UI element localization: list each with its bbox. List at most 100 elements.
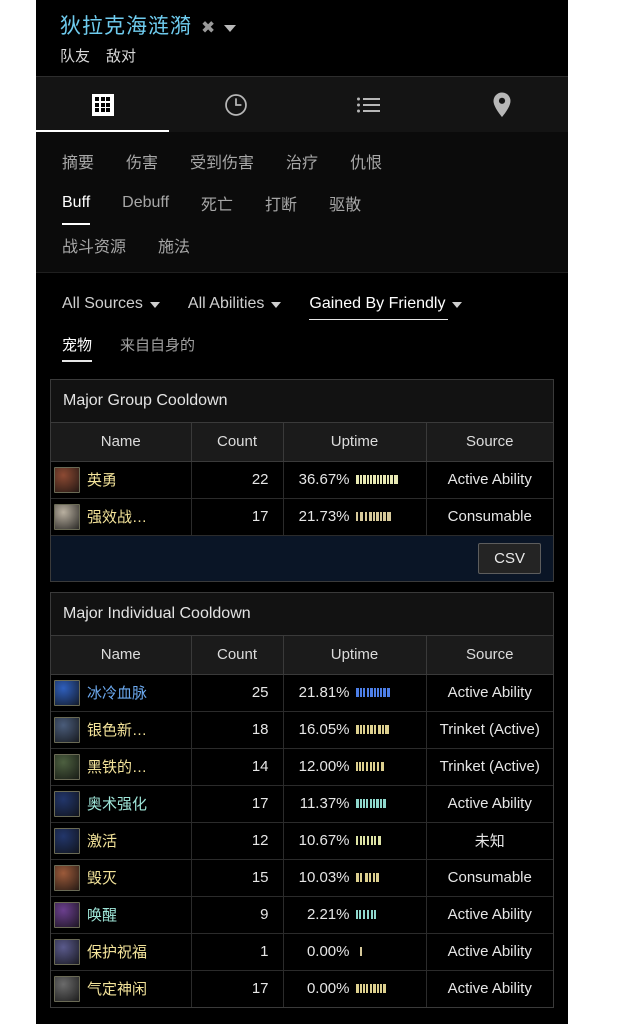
- ability-icon: [54, 753, 80, 780]
- table-footer: CSV: [51, 535, 553, 581]
- filter-all-abilities[interactable]: All Abilities: [187, 295, 282, 313]
- tab-grid[interactable]: [36, 77, 169, 132]
- cell-name: 奥术强化: [51, 785, 192, 823]
- subnav-item-buff[interactable]: Buff: [62, 194, 91, 225]
- column-header-count[interactable]: Count: [191, 423, 284, 462]
- ability-icon: [54, 827, 80, 854]
- tab-timeline[interactable]: [169, 77, 302, 132]
- uptime-bar: [355, 910, 420, 919]
- table-row[interactable]: 气定神闲 17 0.00% Active Ability: [51, 970, 553, 1007]
- table-row[interactable]: 毁灭 15 10.03% Consumable: [51, 859, 553, 897]
- tab-map[interactable]: [435, 77, 568, 132]
- analysis-subnav: 摘要 伤害 受到伤害 治疗 仇恨 Buff Debuff 死亡 打断 驱散 战斗…: [36, 132, 568, 272]
- filter-tag-row: 宠物 来自自身的: [36, 321, 568, 362]
- column-header-name[interactable]: Name: [51, 636, 192, 675]
- grid-icon: [91, 93, 114, 116]
- uptime-bar: [355, 688, 420, 697]
- cell-uptime: 10.03%: [283, 859, 427, 897]
- uptime-percent: 10.03%: [298, 869, 350, 886]
- uptime-percent: 0.00%: [306, 980, 350, 998]
- tab-friendly[interactable]: 队友: [60, 45, 90, 66]
- chevron-down-icon[interactable]: [224, 25, 237, 32]
- ability-icon: [54, 503, 80, 530]
- subnav-row-1: 摘要 伤害 受到伤害 治疗 仇恨: [36, 140, 568, 182]
- panel-header: 狄拉克海涟漪 ✖ 队友 敌对: [36, 0, 568, 76]
- column-header-uptime[interactable]: Uptime: [283, 423, 427, 462]
- ability-name: 冰冷血脉: [87, 685, 148, 702]
- table-row[interactable]: 冰冷血脉 25 21.81% Active Ability: [51, 674, 553, 712]
- title-row: 狄拉克海涟漪 ✖: [60, 14, 568, 40]
- subnav-item-summary[interactable]: 摘要: [62, 149, 94, 173]
- clock-icon: [224, 93, 247, 116]
- table-body: 英勇 22 36.67% Active Ability 强效战… 17 21.73% Cons…: [51, 461, 553, 535]
- table-title: Major Individual Cooldown: [51, 593, 553, 636]
- close-icon[interactable]: ✖: [201, 19, 215, 36]
- filter-bar: All Sources All Abilities Gained By Frie…: [36, 272, 568, 369]
- cell-name: 英勇: [51, 461, 192, 499]
- ability-name: 毁灭: [87, 870, 118, 887]
- ability-icon: [54, 716, 80, 743]
- column-header-uptime[interactable]: Uptime: [283, 636, 427, 675]
- subnav-item-deaths[interactable]: 死亡: [201, 191, 233, 215]
- filter-gained-by-friendly[interactable]: Gained By Friendly: [309, 295, 463, 320]
- ability-name: 强效战…: [87, 509, 148, 527]
- app-panel: 狄拉克海涟漪 ✖ 队友 敌对 摘要 伤害 受到伤害 治疗 仇恨 Buff Deb…: [36, 0, 568, 1024]
- table-row[interactable]: 激活 12 10.67% 未知: [51, 822, 553, 860]
- cell-source: Active Ability: [426, 461, 553, 499]
- ability-name: 气定神闲: [87, 981, 148, 999]
- subnav-item-damage[interactable]: 伤害: [126, 149, 158, 173]
- cell-source: Consumable: [426, 498, 553, 535]
- uptime-bar: [355, 873, 420, 882]
- subnav-item-casts[interactable]: 施法: [158, 233, 190, 257]
- filter-tag-pets[interactable]: 宠物: [62, 334, 93, 362]
- cell-source: 未知: [426, 822, 553, 860]
- chevron-down-icon: [149, 302, 160, 308]
- table-row[interactable]: 黑铁的… 14 12.00% Trinket (Active): [51, 748, 553, 786]
- cell-name: 唤醒: [51, 896, 192, 934]
- cell-source: Active Ability: [426, 674, 553, 712]
- table-row[interactable]: 强效战… 17 21.73% Consumable: [51, 498, 553, 535]
- cell-count: 17: [191, 498, 284, 535]
- ability-icon: [54, 679, 80, 706]
- subnav-item-dispels[interactable]: 驱散: [329, 191, 361, 215]
- table-header-row: Name Count Uptime Source: [51, 423, 553, 462]
- subnav-item-damage-taken[interactable]: 受到伤害: [190, 149, 254, 173]
- cell-source: Active Ability: [426, 785, 553, 823]
- cell-source: Consumable: [426, 859, 553, 897]
- column-header-count[interactable]: Count: [191, 636, 284, 675]
- subnav-item-interrupts[interactable]: 打断: [265, 191, 297, 215]
- cell-count: 9: [191, 896, 284, 934]
- cell-uptime: 2.21%: [283, 896, 427, 934]
- csv-export-button[interactable]: CSV: [478, 543, 541, 574]
- filter-all-sources[interactable]: All Sources: [62, 295, 160, 313]
- tab-hostile[interactable]: 敌对: [106, 45, 136, 66]
- subnav-item-healing[interactable]: 治疗: [286, 149, 318, 173]
- table-major-individual-cooldown: Major Individual Cooldown Name Count Upt…: [50, 592, 554, 1008]
- table-row[interactable]: 奥术强化 17 11.37% Active Ability: [51, 785, 553, 823]
- table-row[interactable]: 银色新… 18 16.05% Trinket (Active): [51, 711, 553, 749]
- filter-tag-from-self[interactable]: 来自自身的: [120, 334, 195, 355]
- uptime-percent: 12.00%: [298, 758, 350, 775]
- uptime-bar: [355, 799, 420, 808]
- subnav-item-resources[interactable]: 战斗资源: [62, 233, 126, 257]
- cell-uptime: 11.37%: [283, 785, 427, 823]
- cell-name: 银色新…: [51, 711, 192, 749]
- uptime-bar: [355, 836, 420, 845]
- table-row[interactable]: 英勇 22 36.67% Active Ability: [51, 461, 553, 499]
- cell-name: 气定神闲: [51, 970, 192, 1007]
- table-major-group-cooldown: Major Group Cooldown Name Count Uptime S…: [50, 379, 554, 582]
- uptime-percent: 36.67%: [298, 471, 350, 488]
- filter-all-abilities-label: All Abilities: [187, 295, 265, 312]
- uptime-bar: [355, 762, 420, 771]
- column-header-source[interactable]: Source: [426, 423, 553, 462]
- column-header-source[interactable]: Source: [426, 636, 553, 675]
- ability-name: 黑铁的…: [87, 759, 148, 776]
- column-header-name[interactable]: Name: [51, 423, 192, 462]
- table-row[interactable]: 唤醒 9 2.21% Active Ability: [51, 896, 553, 934]
- subnav-item-threat[interactable]: 仇恨: [350, 149, 382, 173]
- filter-dropdown-row: All Sources All Abilities Gained By Frie…: [36, 287, 568, 321]
- tab-list[interactable]: [302, 77, 435, 132]
- subnav-item-debuff[interactable]: Debuff: [122, 194, 169, 212]
- cell-uptime: 21.73%: [283, 498, 427, 535]
- table-row[interactable]: 保护祝福 1 0.00% Active Ability: [51, 933, 553, 971]
